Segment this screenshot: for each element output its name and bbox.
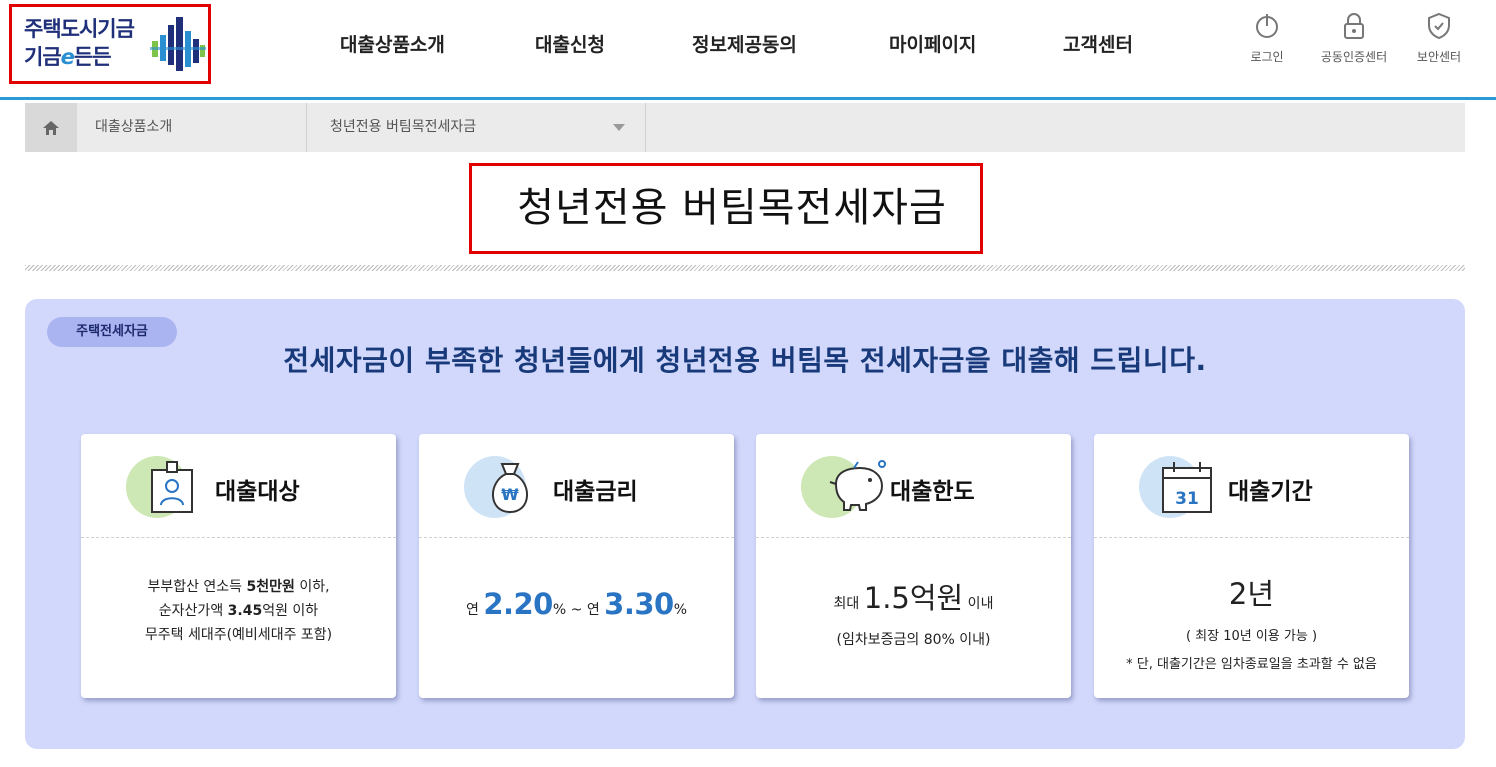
limit-amount: 1.5억원 [863, 581, 964, 615]
text: 부부합산 연소득 [147, 579, 247, 595]
breadcrumb-level1[interactable]: 대출상품소개 [77, 103, 307, 152]
money-bag-icon: ₩ [492, 463, 528, 514]
card-title: 대출대상 [215, 479, 300, 505]
logo-line2-part2: 든든 [73, 45, 112, 69]
text: 최대 [833, 596, 864, 612]
card-title: 대출한도 [890, 479, 975, 505]
period-note2: * 단, 대출기간은 임차종료일을 초과할 수 없음 [1126, 657, 1377, 672]
breadcrumb-level2-label: 청년전용 버팀목전세자금 [330, 119, 477, 135]
text: 이하, [294, 579, 330, 595]
caret-down-icon [613, 124, 625, 131]
income-limit: 5천만원 [246, 579, 295, 595]
card-title: 대출금리 [553, 479, 638, 505]
panel-headline: 전세자금이 부족한 청년들에게 청년전용 버팀목 전세자금을 대출해 드립니다. [283, 344, 1207, 377]
card-title: 대출기간 [1228, 479, 1313, 505]
home-button[interactable] [25, 103, 77, 152]
logo-mark-icon [150, 17, 206, 71]
card-head: 대출한도 [756, 434, 1071, 538]
text: 억원 이하 [262, 603, 319, 619]
card-body: 2년 ( 최장 10년 이용 가능 ) * 단, 대출기간은 임차종료일을 초과… [1094, 539, 1409, 672]
card-body: 최대 1.5억원 이내 (임차보증금의 80% 이내) [756, 539, 1071, 649]
loan-period: 2년 [1228, 577, 1275, 611]
text: ~ 연 [566, 602, 605, 618]
id-card-icon [151, 461, 193, 513]
text: 순자산가액 [158, 603, 228, 619]
text: % [673, 602, 688, 618]
home-icon [43, 120, 59, 135]
card-loan-target: 대출대상 부부합산 연소득 5천만원 이하, 순자산가액 3.45억원 이하 무… [81, 434, 396, 698]
card-loan-period: 31 대출기간 2년 ( 최장 10년 이용 가능 ) * 단, 대출기간은 임… [1094, 434, 1409, 698]
nav-mypage[interactable]: 마이페이지 [889, 30, 976, 57]
limit-row: 최대 1.5억원 이내 [756, 575, 1071, 617]
site-header: 주택도시기금 기금e든든 대출상품소개 대출신청 정보제공동의 마이페이지 고객… [0, 0, 1496, 100]
rate-min: 2.20 [483, 587, 553, 621]
logo-line1: 주택도시기금 [24, 17, 135, 41]
page-title-box: 청년전용 버팀목전세자금 [469, 163, 983, 254]
rate-row: 연 2.20% ~ 연 3.30% [419, 587, 734, 621]
limit-note: (임차보증금의 80% 이내) [836, 632, 991, 648]
power-icon [1256, 14, 1278, 38]
shield-icon [1428, 12, 1450, 40]
login-button[interactable]: 로그인 [1232, 12, 1302, 65]
rate-max: 3.30 [604, 587, 674, 621]
target-line1: 부부합산 연소득 5천만원 이하, [81, 575, 396, 599]
cert-center-button[interactable]: 공동인증센터 [1319, 12, 1389, 65]
card-body: 연 2.20% ~ 연 3.30% [419, 539, 734, 621]
calendar-day: 31 [1175, 489, 1199, 509]
nav-info-consent[interactable]: 정보제공동의 [692, 30, 797, 57]
card-body: 부부합산 연소득 5천만원 이하, 순자산가액 3.45억원 이하 무주택 세대… [81, 539, 396, 647]
piggy-bank-icon [829, 460, 886, 511]
logo-line2-part1: 기금 [24, 45, 62, 69]
logo-line2: 기금e든든 [24, 45, 112, 69]
nav-loan-apply[interactable]: 대출신청 [535, 30, 605, 57]
card-head: 31 대출기간 [1094, 434, 1409, 538]
logo[interactable]: 주택도시기금 기금e든든 [9, 4, 211, 84]
card-head: 대출대상 [81, 434, 396, 538]
product-summary-panel: 주택전세자금 전세자금이 부족한 청년들에게 청년전용 버팀목 전세자금을 대출… [25, 299, 1465, 749]
cert-center-label: 공동인증센터 [1320, 50, 1388, 64]
card-loan-limit: 대출한도 최대 1.5억원 이내 (임차보증금의 80% 이내) [756, 434, 1071, 698]
card-head: ₩ 대출금리 [419, 434, 734, 538]
page-title: 청년전용 버팀목전세자금 [517, 185, 947, 231]
text: 연 [465, 602, 484, 618]
text: 이내 [963, 596, 994, 612]
card-interest-rate: ₩ 대출금리 연 2.20% ~ 연 3.30% [419, 434, 734, 698]
period-note1: ( 최장 10년 이용 가능 ) [1185, 629, 1318, 644]
security-center-label: 보안센터 [1416, 50, 1462, 64]
breadcrumb: 대출상품소개 청년전용 버팀목전세자금 [25, 103, 1465, 152]
target-line2: 순자산가액 3.45억원 이하 [81, 599, 396, 623]
lock-icon [1344, 13, 1364, 39]
security-center-button[interactable]: 보안센터 [1404, 12, 1474, 65]
text: % [552, 602, 567, 618]
logo-line2-e: e [60, 45, 75, 69]
login-label: 로그인 [1250, 50, 1284, 64]
nav-loan-products[interactable]: 대출상품소개 [340, 30, 445, 57]
svg-text:₩: ₩ [501, 485, 519, 504]
breadcrumb-level2-select[interactable]: 청년전용 버팀목전세자금 [308, 103, 646, 152]
target-line3: 무주택 세대주(예비세대주 포함) [144, 627, 333, 643]
asset-limit: 3.45 [227, 603, 263, 619]
calendar-icon: 31 [1162, 462, 1212, 513]
nav-customer-center[interactable]: 고객센터 [1063, 30, 1133, 57]
hatch-divider [25, 265, 1465, 271]
